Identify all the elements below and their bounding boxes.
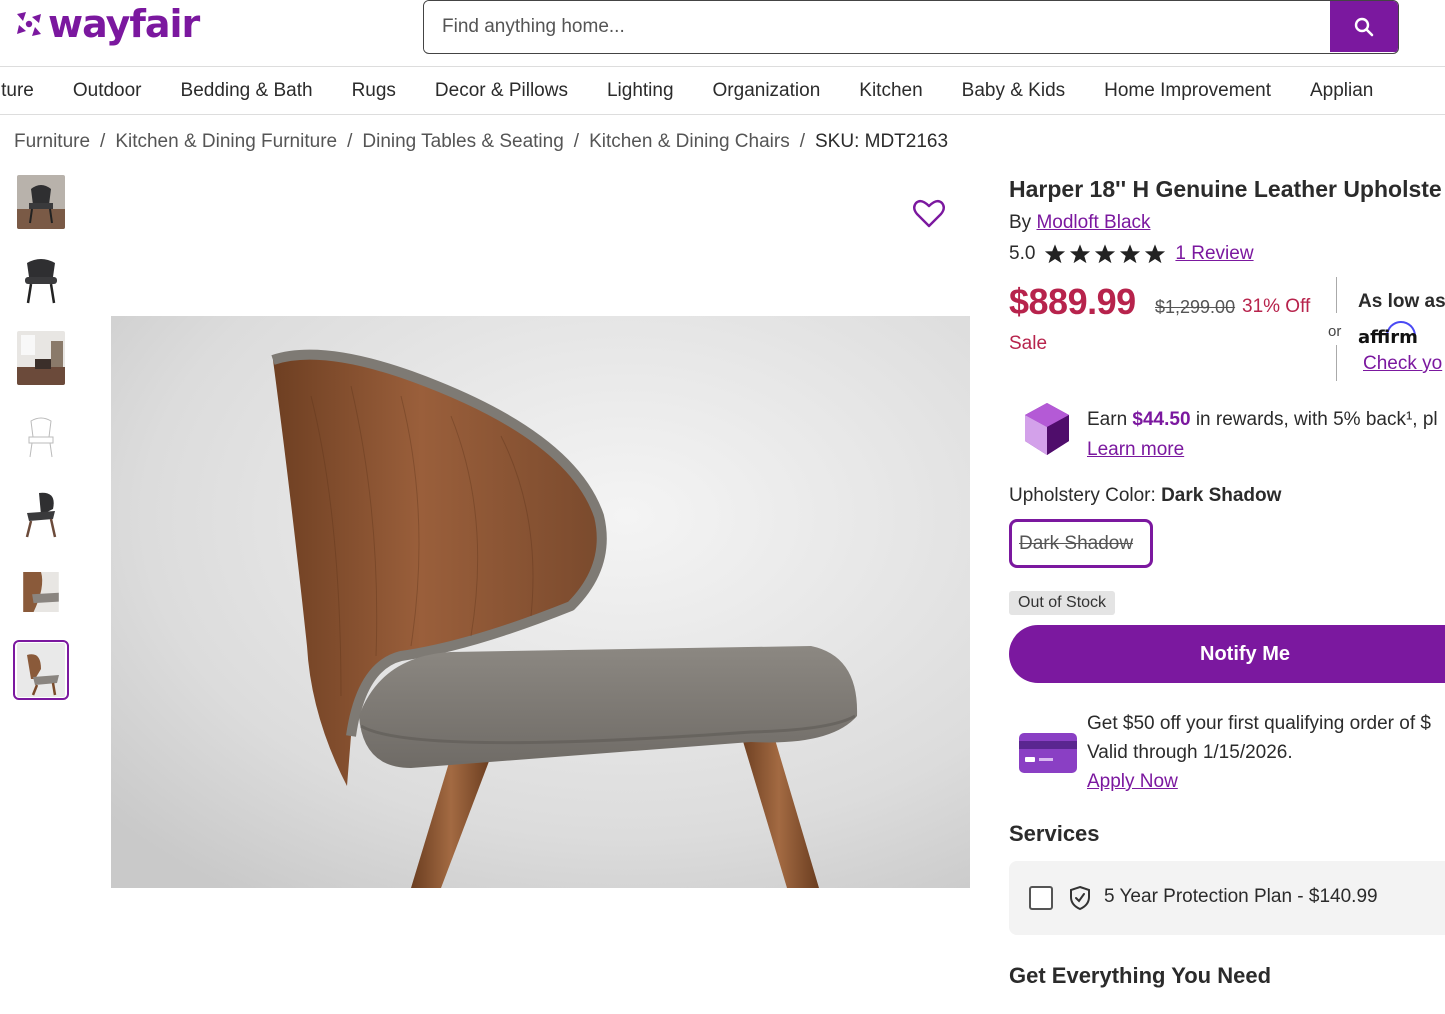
thumbnail-5[interactable]	[13, 484, 69, 544]
nav-item-home-improvement[interactable]: Home Improvement	[1104, 80, 1271, 102]
rewards-banner: Earn $44.50 in rewards, with 5% back¹, p…	[1009, 401, 1445, 467]
search-icon	[1354, 17, 1374, 36]
color-swatch-dark-shadow[interactable]: Dark Shadow	[1009, 519, 1153, 568]
color-option-label: Upholstery Color: Dark Shadow	[1009, 485, 1445, 507]
financing-as-low-as: As low as	[1358, 291, 1445, 312]
breadcrumb-sku: SKU: MDT2163	[815, 131, 949, 152]
rewards-text: Earn $44.50 in rewards, with 5% back¹, p…	[1087, 405, 1438, 465]
chair-closeup-thumbnail	[17, 643, 65, 697]
room-image-thumbnail	[17, 331, 65, 385]
product-info-panel: Harper 18'' H Genuine Leather Upholste B…	[1009, 170, 1445, 1014]
discount-label: 31% Off	[1242, 296, 1311, 317]
sale-label: Sale	[1009, 333, 1048, 354]
check-financing-link[interactable]: Check yo	[1363, 353, 1442, 375]
protection-plan-checkbox[interactable]	[1029, 886, 1053, 910]
thumbnail-3[interactable]	[13, 328, 69, 388]
nav-item-kitchen[interactable]: Kitchen	[859, 80, 922, 102]
breadcrumb-furniture[interactable]: Furniture	[14, 131, 90, 153]
chair-detail-thumbnail	[23, 572, 59, 612]
nav-item-baby-kids[interactable]: Baby & Kids	[962, 80, 1066, 102]
promo-line-1: Get $50 off your first qualifying order …	[1087, 713, 1431, 734]
product-main-image[interactable]	[111, 316, 970, 888]
by-label: By	[1009, 212, 1032, 233]
star-icon	[1145, 244, 1166, 264]
rewards-amount: $44.50	[1132, 409, 1191, 430]
promo-text: Get $50 off your first qualifying order …	[1087, 709, 1431, 796]
rewards-gem-icon	[1025, 403, 1069, 455]
nav-item-bedding-bath[interactable]: Bedding & Bath	[181, 80, 313, 102]
header: wayfair	[0, 0, 1445, 66]
brand-link[interactable]: Modloft Black	[1036, 212, 1150, 233]
service-option: 5 Year Protection Plan - $140.99	[1009, 861, 1445, 935]
thumbnail-4[interactable]	[13, 406, 69, 466]
stock-status-badge: Out of Stock	[1009, 591, 1116, 615]
services-heading: Services	[1009, 821, 1100, 846]
notify-me-button[interactable]: Notify Me	[1009, 625, 1445, 683]
star-icon	[1095, 244, 1116, 264]
rating-value: 5.0	[1009, 243, 1036, 264]
promo-banner: Get $50 off your first qualifying order …	[1009, 709, 1445, 805]
star-icon	[1070, 244, 1091, 264]
nav-item-rugs[interactable]: Rugs	[352, 80, 396, 102]
breadcrumb-kitchen-dining-furniture[interactable]: Kitchen & Dining Furniture	[115, 131, 337, 153]
divider	[1336, 345, 1337, 381]
original-price: $1,299.00	[1155, 297, 1236, 317]
nav-item-decor-pillows[interactable]: Decor & Pillows	[435, 80, 568, 102]
nav-item-lighting[interactable]: Lighting	[607, 80, 674, 102]
apply-now-link[interactable]: Apply Now	[1087, 771, 1178, 792]
affirm-logo: affirm	[1358, 327, 1418, 348]
star-icon	[1045, 244, 1066, 264]
breadcrumb-separator: /	[347, 131, 353, 152]
star-rating	[1044, 243, 1166, 265]
reviews-link[interactable]: 1 Review	[1175, 243, 1253, 265]
sale-price: $889.99	[1009, 281, 1136, 322]
nav-item-organization[interactable]: Organization	[713, 80, 821, 102]
promo-line-2: Valid through 1/15/2026.	[1087, 742, 1293, 763]
breadcrumb-separator: /	[573, 131, 580, 152]
chair-photo	[111, 316, 970, 888]
protection-plan-label: 5 Year Protection Plan - $140.99	[1104, 886, 1378, 907]
nav-item-furniture[interactable]: rniture	[0, 80, 34, 102]
breadcrumb-kitchen-dining-chairs[interactable]: Kitchen & Dining Chairs	[589, 131, 790, 153]
rewards-prefix: Earn	[1087, 409, 1128, 430]
thumbnail-1[interactable]	[13, 172, 69, 232]
breadcrumb-dining-tables-seating[interactable]: Dining Tables & Seating	[362, 131, 563, 153]
rewards-suffix: in rewards, with 5% back¹, pl	[1195, 409, 1438, 430]
breadcrumb-separator: /	[799, 131, 805, 152]
price-block: $889.99 $1,299.00 31% Off Sale or As low…	[1009, 277, 1445, 381]
shield-check-icon	[1070, 885, 1090, 911]
breadcrumb: Furniture / Kitchen & Dining Furniture /…	[14, 131, 948, 153]
chair-image-thumbnail	[17, 487, 65, 541]
credit-card-icon	[1019, 733, 1077, 773]
logo-text: wayfair	[48, 2, 200, 46]
search-button[interactable]	[1330, 1, 1398, 52]
search-bar	[423, 0, 1399, 54]
nav-item-appliances[interactable]: Applian	[1310, 80, 1373, 102]
chair-image-thumbnail	[17, 175, 65, 229]
search-input[interactable]	[424, 1, 1330, 52]
thumbnail-7[interactable]	[13, 640, 69, 700]
thumbnail-list	[13, 172, 73, 718]
divider	[1336, 277, 1337, 313]
dimensions-image-thumbnail	[17, 409, 65, 463]
product-byline: By Modloft Black	[1009, 212, 1445, 234]
get-everything-heading: Get Everything You Need	[1009, 963, 1272, 988]
category-nav: rniture Outdoor Bedding & Bath Rugs Deco…	[0, 66, 1445, 115]
learn-more-link[interactable]: Learn more	[1087, 439, 1184, 460]
thumbnail-2[interactable]	[13, 250, 69, 310]
wayfair-logo[interactable]: wayfair	[14, 2, 200, 46]
or-label: or	[1328, 323, 1342, 340]
heart-icon[interactable]	[912, 198, 946, 230]
product-title: Harper 18'' H Genuine Leather Upholste	[1009, 176, 1442, 202]
breadcrumb-separator: /	[100, 131, 106, 152]
rating-row: 5.0 1 Review	[1009, 243, 1445, 265]
star-icon	[1120, 244, 1141, 264]
thumbnail-6[interactable]	[13, 562, 69, 622]
wayfair-pinwheel-icon	[17, 12, 41, 36]
color-value: Dark Shadow	[1161, 485, 1282, 506]
chair-image-thumbnail	[17, 253, 65, 307]
nav-item-outdoor[interactable]: Outdoor	[73, 80, 142, 102]
color-label-text: Upholstery Color:	[1009, 485, 1156, 506]
